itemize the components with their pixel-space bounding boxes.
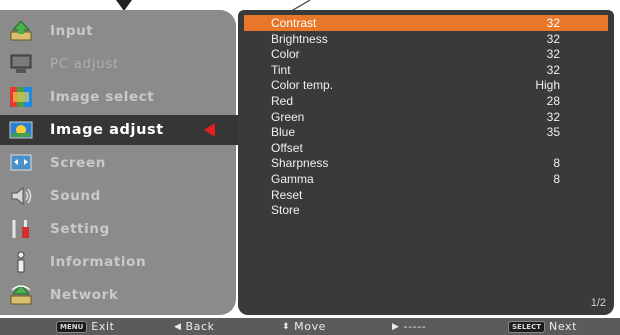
setting-name: Offset	[271, 140, 303, 155]
setting-name: Brightness	[271, 31, 328, 46]
setting-name: Reset	[271, 187, 303, 202]
setting-row-contrast[interactable]: Contrast 32	[244, 15, 608, 31]
setting-name: Store	[271, 203, 300, 218]
hint-move-label: Move	[294, 320, 327, 333]
footer-hint-bar: MENU Exit ◀ Back ⬍ Move ▶ ----- SELECT N…	[0, 318, 620, 335]
setting-row-store[interactable]: Store	[244, 202, 608, 218]
setting-value: 28	[546, 94, 560, 108]
setting-value: 35	[546, 125, 560, 140]
setting-name: Tint	[271, 62, 291, 77]
setting-value: 32	[546, 62, 560, 77]
hint-move: ⬍ Move	[282, 320, 326, 333]
hint-exit: MENU Exit	[56, 320, 115, 333]
setting-row-green[interactable]: Green 32	[244, 109, 608, 125]
setting-row-color[interactable]: Color 32	[244, 46, 608, 62]
setting-value: 8	[553, 172, 560, 186]
menu-item-label: PC adjust	[50, 56, 119, 72]
network-icon	[8, 283, 34, 307]
menu-item-image-select[interactable]: Image select	[0, 82, 236, 112]
setting-name: Color	[271, 47, 300, 62]
hint-next-label: Next	[548, 320, 578, 333]
image-adjust-panel: Contrast 32 Brightness 32 Color 32 Tint …	[238, 10, 614, 315]
image-adjust-icon	[8, 118, 34, 142]
setting-row-sharpness[interactable]: Sharpness 8	[244, 155, 608, 171]
setting-row-tint[interactable]: Tint 32	[244, 62, 608, 78]
setting-name: Gamma	[271, 172, 314, 186]
right-arrow-icon: ▶	[392, 321, 400, 332]
sound-icon	[8, 184, 34, 208]
menu-item-screen[interactable]: Screen	[0, 148, 236, 178]
menu-item-label: Network	[50, 287, 119, 303]
setting-row-gamma[interactable]: Gamma 8	[244, 171, 608, 187]
menu-item-sound[interactable]: Sound	[0, 181, 236, 211]
hint-forward-label: -----	[403, 320, 427, 333]
setting-name: Contrast	[271, 16, 317, 30]
menu-item-label: Screen	[50, 155, 106, 171]
menu-item-network[interactable]: Network	[0, 280, 236, 310]
setting-value: High	[535, 78, 560, 93]
select-key-icon: SELECT	[508, 320, 545, 333]
selection-arrow-icon	[204, 123, 215, 137]
main-menu-panel: Input PC adjust Image select Image adjus…	[0, 10, 240, 315]
menu-key-icon: MENU	[56, 320, 88, 333]
menu-item-label: Setting	[50, 221, 110, 237]
hint-back: ◀ Back	[174, 320, 215, 333]
setting-row-blue[interactable]: Blue 35	[244, 124, 608, 140]
input-icon	[8, 19, 34, 43]
image-select-icon	[8, 85, 34, 109]
menu-item-pc-adjust[interactable]: PC adjust	[0, 49, 236, 79]
menu-item-label: Image select	[50, 89, 155, 105]
menu-item-setting[interactable]: Setting	[0, 214, 236, 244]
menu-item-label: Image adjust	[50, 122, 164, 138]
setting-name: Red	[271, 94, 294, 108]
setting-name: Sharpness	[271, 156, 329, 171]
hint-exit-label: Exit	[91, 320, 115, 333]
page-indicator: 1/2	[590, 297, 606, 309]
setting-value: 8	[553, 156, 560, 171]
menu-item-input[interactable]: Input	[0, 16, 236, 46]
hint-forward: ▶ -----	[392, 320, 426, 333]
setting-icon	[8, 217, 34, 241]
setting-name: Green	[271, 109, 305, 124]
information-icon	[8, 250, 34, 274]
up-down-arrow-icon: ⬍	[282, 321, 291, 332]
menu-item-label: Input	[50, 23, 94, 39]
setting-name: Color temp.	[271, 78, 334, 93]
menu-item-label: Sound	[50, 188, 101, 204]
setting-value: 32	[546, 109, 560, 124]
pc-adjust-icon	[8, 52, 34, 76]
left-arrow-icon: ◀	[174, 321, 182, 332]
setting-row-red[interactable]: Red 28	[244, 93, 608, 109]
setting-value: 32	[546, 31, 560, 46]
setting-row-reset[interactable]: Reset	[244, 187, 608, 203]
hint-next: SELECT Next	[508, 320, 577, 333]
setting-row-offset[interactable]: Offset	[244, 140, 608, 156]
menu-item-information[interactable]: Information	[0, 247, 236, 277]
hint-back-label: Back	[185, 320, 215, 333]
setting-name: Blue	[271, 125, 296, 140]
menu-item-label: Information	[50, 254, 147, 270]
screen-icon	[8, 151, 34, 175]
setting-row-brightness[interactable]: Brightness 32	[244, 31, 608, 47]
setting-value: 32	[546, 16, 560, 30]
setting-value: 32	[546, 47, 560, 62]
menu-item-image-adjust[interactable]: Image adjust	[0, 115, 240, 145]
setting-row-color-temp[interactable]: Color temp. High	[244, 77, 608, 93]
